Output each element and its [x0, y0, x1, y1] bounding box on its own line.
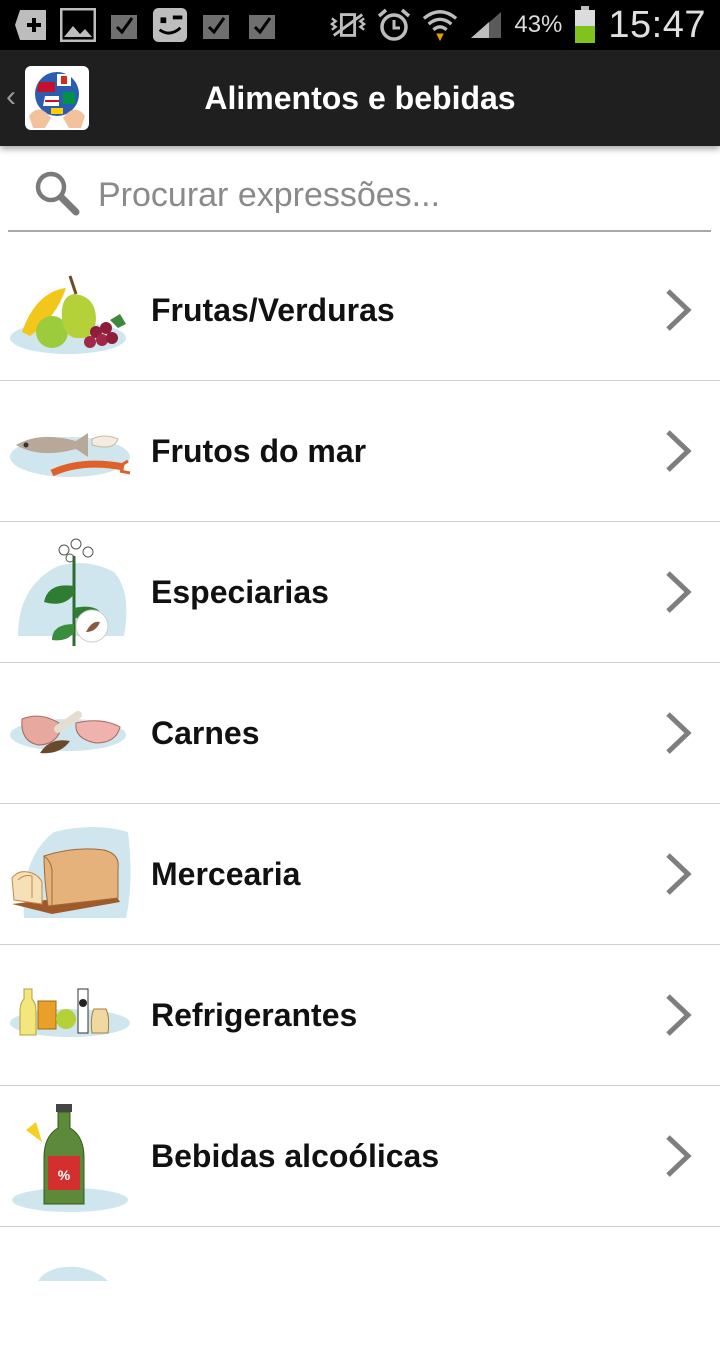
list-item-label: Carnes — [151, 715, 260, 751]
list-item-refrigerantes[interactable]: Refrigerantes — [0, 945, 720, 1086]
search-bar — [8, 158, 711, 232]
clock: 15:47 — [608, 3, 706, 46]
system-icons: 43% 15:47 — [330, 0, 720, 50]
bread-icon — [8, 818, 134, 930]
battery-percent: 43% — [514, 11, 563, 38]
svg-text:%: % — [58, 1167, 71, 1183]
list-item-frutas-verduras[interactable]: Frutas/Verduras — [0, 240, 720, 381]
list-item-partial[interactable] — [0, 1227, 720, 1368]
chevron-right-icon — [662, 288, 694, 332]
list-item-label: Mercearia — [151, 856, 301, 892]
meat-icon — [8, 677, 134, 789]
chevron-right-icon — [662, 570, 694, 614]
page-title: Alimentos e bebidas — [204, 79, 516, 116]
list-item-frutos-do-mar[interactable]: Frutos do mar — [0, 381, 720, 522]
fruits-icon — [8, 254, 134, 366]
chevron-right-icon — [662, 993, 694, 1037]
chevron-right-icon — [662, 429, 694, 473]
list-item-label: Frutos do mar — [151, 433, 367, 469]
soft-drinks-icon — [8, 959, 134, 1071]
battery-icon — [572, 6, 598, 43]
signal-icon — [468, 7, 504, 43]
add-icon — [14, 7, 50, 43]
alarm-icon — [376, 7, 412, 43]
chevron-right-icon — [662, 852, 694, 896]
alcohol-bottle-icon: % — [8, 1100, 134, 1212]
notification-icons — [0, 0, 280, 50]
wifi-icon — [422, 7, 458, 43]
partial-category-icon — [8, 1241, 134, 1353]
smiley-icon — [152, 7, 188, 43]
list-item-label: Especiarias — [151, 574, 329, 610]
list-item-bebidas-alcoolicas[interactable]: % Bebidas alcoólicas — [0, 1086, 720, 1227]
list-item-label: Bebidas alcoólicas — [151, 1138, 440, 1174]
chevron-right-icon — [662, 1134, 694, 1178]
action-bar: ‹ Alimentos e bebidas — [0, 50, 720, 146]
chevron-right-icon — [662, 711, 694, 755]
list-item-especiarias[interactable]: Especiarias — [0, 522, 720, 663]
category-list: Frutas/Verduras Frutos do mar Especiaria… — [0, 240, 720, 1368]
image-icon — [60, 7, 96, 43]
list-item-carnes[interactable]: Carnes — [0, 663, 720, 804]
list-item-label: Refrigerantes — [151, 997, 358, 1033]
vibrate-icon — [330, 7, 367, 43]
search-icon — [32, 168, 82, 218]
seafood-icon — [8, 395, 134, 507]
checkbox-icon — [198, 7, 234, 43]
herbs-icon — [8, 536, 134, 648]
checkbox-icon — [244, 7, 280, 43]
status-bar: 43% 15:47 — [0, 0, 720, 50]
list-item-label: Frutas/Verduras — [151, 292, 395, 328]
search-input[interactable] — [96, 168, 700, 222]
checkbox-icon — [106, 7, 142, 43]
list-item-mercearia[interactable]: Mercearia — [0, 804, 720, 945]
